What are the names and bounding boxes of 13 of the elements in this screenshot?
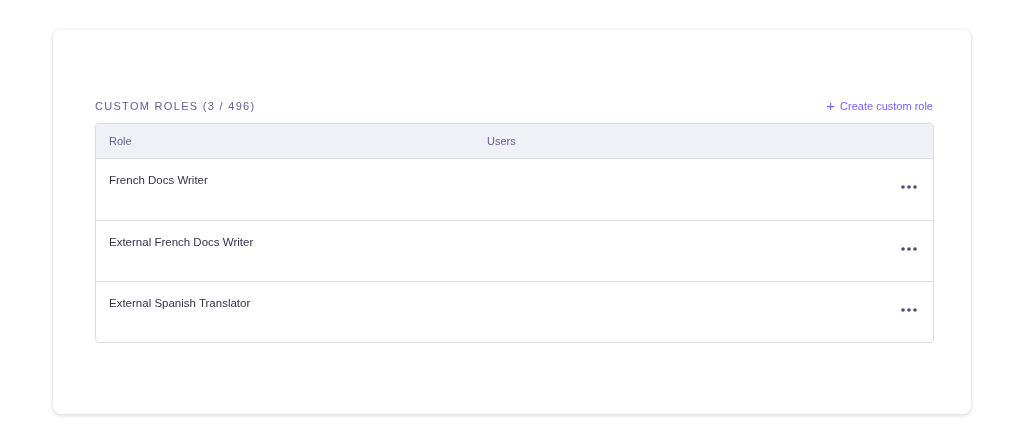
create-custom-role-link[interactable]: + Create custom role bbox=[825, 98, 934, 113]
more-options-button[interactable] bbox=[899, 245, 919, 253]
column-header: Role bbox=[108, 135, 133, 147]
more-options-button[interactable] bbox=[899, 306, 919, 314]
column-header: Users bbox=[487, 135, 516, 147]
more-options-button[interactable] bbox=[899, 183, 919, 191]
more-icon bbox=[901, 308, 917, 312]
section-title: CUSTOM ROLES (3 / 496) bbox=[95, 99, 256, 112]
role-name: External Spanish Translator bbox=[109, 297, 251, 309]
role-name: French Docs Writer bbox=[109, 174, 208, 186]
more-icon bbox=[901, 247, 917, 251]
role-name: External French Docs Writer bbox=[109, 236, 254, 248]
more-icon bbox=[901, 185, 917, 189]
